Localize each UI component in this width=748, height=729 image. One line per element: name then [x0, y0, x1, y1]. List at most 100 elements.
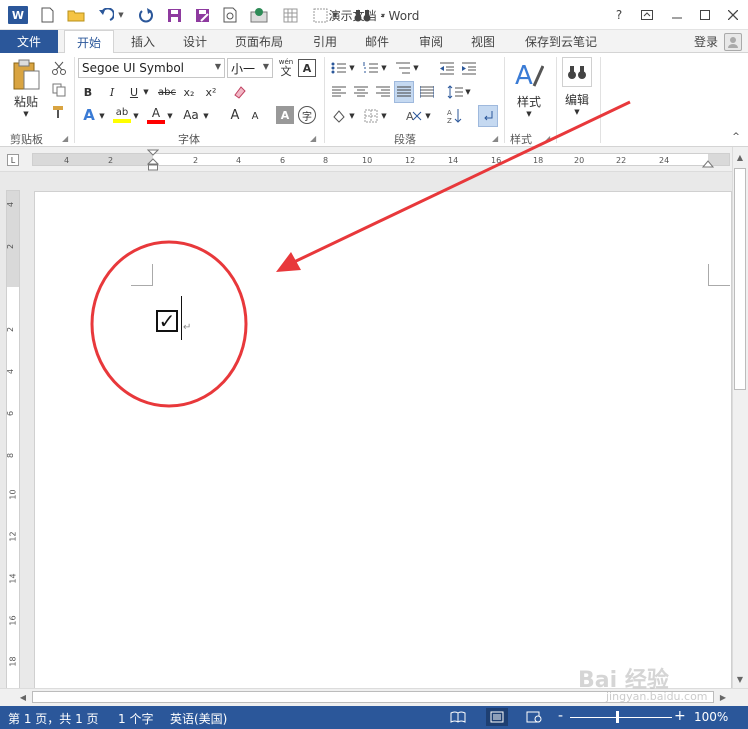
change-case-dropdown-icon[interactable]: ▼	[202, 111, 210, 121]
chinese-layout-dropdown-icon[interactable]: ▼	[424, 111, 432, 121]
font-name-combo[interactable]: Segoe UI Symbol ▼	[78, 58, 225, 78]
change-case-button[interactable]: Aa	[180, 105, 202, 125]
borders-icon[interactable]	[362, 107, 380, 125]
superscript-button[interactable]: x²	[202, 83, 220, 101]
editing-button[interactable]: 编辑	[558, 91, 596, 107]
web-layout-icon[interactable]	[526, 710, 542, 724]
copy-icon[interactable]	[48, 81, 70, 99]
zoom-slider[interactable]	[570, 717, 672, 718]
line-spacing-dropdown-icon[interactable]: ▼	[464, 87, 472, 97]
vertical-scroll-thumb[interactable]	[734, 168, 746, 390]
sort-icon[interactable]: AZ	[446, 107, 464, 125]
paste-icon[interactable]	[8, 57, 44, 93]
scroll-up-icon[interactable]: ▲	[732, 150, 748, 164]
zoom-level[interactable]: 100%	[694, 710, 728, 724]
zoom-in-button[interactable]: +	[674, 708, 686, 724]
language-indicator[interactable]: 英语(美国)	[170, 710, 227, 727]
highlight-dropdown-icon[interactable]: ▼	[132, 111, 140, 121]
shading-dropdown-icon[interactable]: ▼	[348, 111, 356, 121]
tab-references[interactable]: 引用	[304, 30, 346, 53]
tab-design[interactable]: 设计	[174, 30, 216, 53]
tab-view[interactable]: 视图	[462, 30, 504, 53]
print-layout-icon[interactable]	[486, 708, 508, 726]
tab-review[interactable]: 审阅	[410, 30, 452, 53]
character-border-button[interactable]: A	[298, 59, 316, 77]
editing-binoculars-icon[interactable]	[562, 57, 592, 87]
increase-indent-icon[interactable]	[460, 59, 478, 77]
scroll-left-icon[interactable]: ◀	[16, 690, 30, 704]
font-size-combo[interactable]: 小一 ▼	[227, 58, 273, 78]
login-link[interactable]: 登录	[694, 33, 718, 50]
phonetic-guide-button[interactable]: wén 文	[276, 57, 296, 79]
justify-icon[interactable]	[394, 81, 414, 103]
text-effects-button[interactable]: A	[80, 105, 98, 125]
font-launcher-icon[interactable]: ◢	[310, 134, 316, 143]
highlight-button[interactable]: ab	[112, 105, 132, 125]
shading-icon[interactable]	[330, 107, 348, 125]
align-left-icon[interactable]	[330, 83, 348, 101]
bold-button[interactable]: B	[80, 83, 96, 101]
zoom-slider-thumb[interactable]	[616, 711, 619, 723]
editing-dropdown-icon[interactable]: ▼	[572, 107, 582, 117]
font-color-button[interactable]: A	[146, 105, 166, 125]
line-spacing-icon[interactable]	[446, 83, 464, 101]
paste-button[interactable]: 粘贴	[6, 93, 46, 109]
right-indent-marker-icon[interactable]	[701, 158, 715, 168]
horizontal-ruler[interactable]: L 4 2 2 4 6 8 10 12 14 16 18 20 22 24	[0, 147, 748, 172]
styles-icon[interactable]: A	[512, 57, 546, 91]
numbering-icon[interactable]	[362, 59, 380, 77]
align-center-icon[interactable]	[352, 83, 370, 101]
styles-button[interactable]: 样式	[510, 93, 548, 109]
font-color-dropdown-icon[interactable]: ▼	[166, 111, 174, 121]
character-shading-button[interactable]: A	[276, 106, 294, 124]
clear-formatting-icon[interactable]	[230, 83, 248, 101]
styles-dropdown-icon[interactable]: ▼	[524, 109, 534, 119]
align-right-icon[interactable]	[374, 83, 392, 101]
read-mode-icon[interactable]	[450, 710, 466, 724]
tab-file[interactable]: 文件	[0, 30, 58, 53]
subscript-button[interactable]: x₂	[180, 83, 198, 101]
tab-insert[interactable]: 插入	[122, 30, 164, 53]
page-count[interactable]: 第 1 页，共 1 页	[8, 710, 99, 727]
multilevel-list-dropdown-icon[interactable]: ▼	[412, 63, 420, 73]
collapse-ribbon-icon[interactable]: ^	[730, 131, 742, 143]
tab-mailings[interactable]: 邮件	[356, 30, 398, 53]
underline-button[interactable]: U	[126, 83, 142, 101]
paragraph-launcher-icon[interactable]: ◢	[492, 134, 498, 143]
show-paragraph-marks-icon[interactable]	[478, 105, 498, 127]
minimize-button[interactable]	[664, 4, 690, 26]
text-effects-dropdown-icon[interactable]: ▼	[98, 111, 106, 121]
format-painter-icon[interactable]	[48, 103, 70, 121]
indent-marker-icon[interactable]	[146, 149, 160, 171]
tab-save-to-cloud-notes[interactable]: 保存到云笔记	[516, 30, 606, 53]
underline-dropdown-icon[interactable]: ▼	[142, 87, 150, 97]
shrink-font-button[interactable]: A	[248, 108, 262, 124]
strikethrough-button[interactable]: abc	[156, 83, 178, 101]
italic-button[interactable]: I	[104, 83, 120, 101]
bullets-dropdown-icon[interactable]: ▼	[348, 63, 356, 73]
close-button[interactable]	[720, 4, 746, 26]
numbering-dropdown-icon[interactable]: ▼	[380, 63, 388, 73]
multilevel-list-icon[interactable]	[394, 59, 412, 77]
tab-page-layout[interactable]: 页面布局	[228, 30, 290, 53]
tab-home[interactable]: 开始	[64, 30, 114, 54]
word-count[interactable]: 1 个字	[118, 710, 153, 727]
tab-selector-icon[interactable]: L	[7, 154, 19, 166]
zoom-out-button[interactable]: -	[558, 708, 563, 724]
styles-launcher-icon[interactable]: ◢	[544, 134, 550, 143]
help-button[interactable]: ?	[606, 4, 632, 26]
user-avatar-icon[interactable]	[724, 33, 742, 51]
clipboard-launcher-icon[interactable]: ◢	[62, 134, 68, 143]
enclose-characters-button[interactable]: 字	[298, 106, 316, 124]
decrease-indent-icon[interactable]	[438, 59, 456, 77]
paste-dropdown-icon[interactable]: ▼	[20, 109, 32, 119]
grow-font-button[interactable]: A	[226, 105, 244, 125]
cut-icon[interactable]	[48, 59, 70, 77]
borders-dropdown-icon[interactable]: ▼	[380, 111, 388, 121]
ribbon-display-options-button[interactable]	[634, 4, 660, 26]
bullets-icon[interactable]	[330, 59, 348, 77]
maximize-button[interactable]	[692, 4, 718, 26]
chinese-layout-icon[interactable]: A	[404, 107, 424, 125]
scroll-down-icon[interactable]: ▼	[732, 672, 748, 686]
scroll-right-icon[interactable]: ▶	[716, 690, 730, 704]
